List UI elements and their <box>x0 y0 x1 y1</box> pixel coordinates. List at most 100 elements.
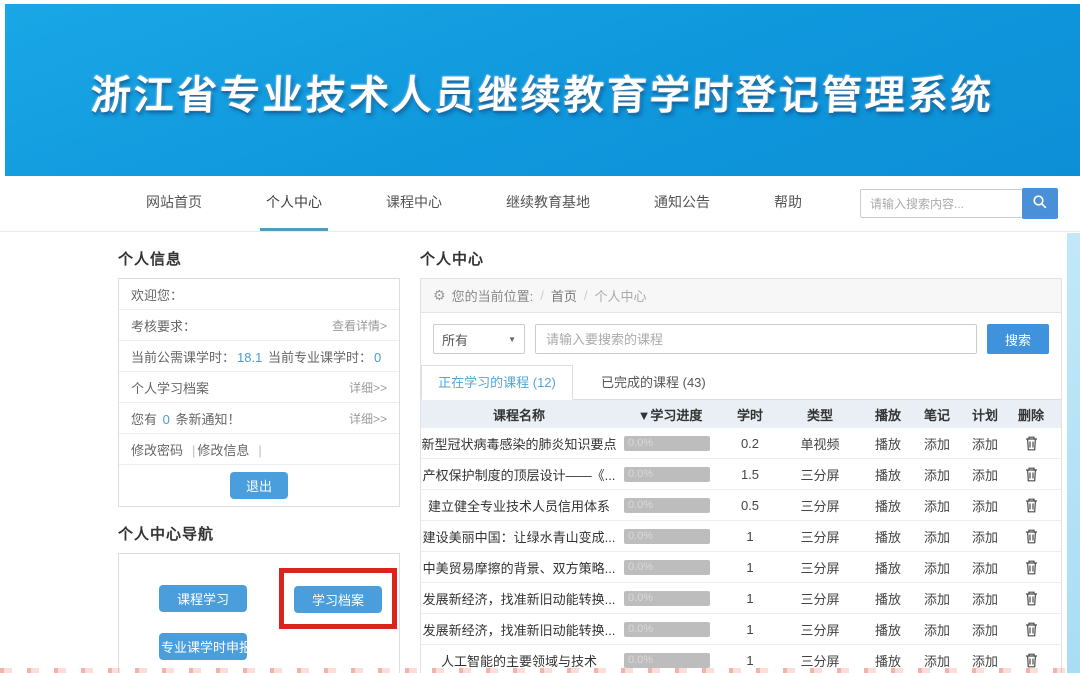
center-nav-title: 个人中心导航 <box>118 523 400 544</box>
course-name[interactable]: 建立健全专业技术人员信用体系 <box>421 496 617 515</box>
course-hours: 1 <box>723 622 777 637</box>
delete-button[interactable] <box>1009 652 1053 668</box>
course-filter-select[interactable]: 所有 ▼ <box>433 324 525 354</box>
major-hours-apply-button[interactable]: 专业课学时申报 <box>159 633 247 660</box>
add-plan-link[interactable]: 添加 <box>961 496 1009 515</box>
divider: | <box>192 443 195 458</box>
course-name[interactable]: 建设美丽中国：让绿水青山变成... <box>421 527 617 546</box>
table-row: 发展新经济，找准新旧动能转换... 0.0% 1 三分屏 播放 添加 添加 <box>421 583 1061 614</box>
content: 个人信息 欢迎您： 考核要求： 查看详情> 当前公需课学时：18.1 当前专业课… <box>0 232 1080 673</box>
add-plan-link[interactable]: 添加 <box>961 527 1009 546</box>
assessment-label: 考核要求： <box>131 316 196 335</box>
nav-item-website-home[interactable]: 网站首页 <box>140 176 208 231</box>
breadcrumb-current: 个人中心 <box>594 286 646 305</box>
course-type: 单视频 <box>777 434 863 453</box>
header-progress-sort[interactable]: ▼学习进度 <box>617 405 723 424</box>
delete-button[interactable] <box>1009 435 1053 451</box>
gear-icon: ⚙ <box>433 287 446 304</box>
breadcrumb-separator: / <box>584 288 588 303</box>
main-box: ⚙ 您的当前位置: / 首页 / 个人中心 所有 ▼ 搜索 正在学习的 <box>420 278 1062 673</box>
course-type: 三分屏 <box>777 620 863 639</box>
course-search-input[interactable] <box>535 324 977 354</box>
archive-label: 个人学习档案 <box>131 378 209 397</box>
tab-completed-courses[interactable]: 已完成的课程 (43) <box>573 365 734 399</box>
course-name[interactable]: 人工智能的主要领域与技术 <box>421 651 617 670</box>
highlight-rectangle: 学习档案 <box>279 568 397 629</box>
breadcrumb: ⚙ 您的当前位置: / 首页 / 个人中心 <box>421 279 1061 313</box>
add-note-link[interactable]: 添加 <box>913 527 961 546</box>
progress-label: 0.0% <box>624 560 710 575</box>
nav-item-help[interactable]: 帮助 <box>768 176 808 231</box>
add-plan-link[interactable]: 添加 <box>961 620 1009 639</box>
welcome-row: 欢迎您： <box>119 279 399 310</box>
progress-label: 0.0% <box>624 467 710 482</box>
add-plan-link[interactable]: 添加 <box>961 434 1009 453</box>
notice-detail-link[interactable]: 详细>> <box>349 410 387 427</box>
breadcrumb-home-link[interactable]: 首页 <box>551 286 577 305</box>
course-name[interactable]: 发展新经济，找准新旧动能转换... <box>421 620 617 639</box>
play-link[interactable]: 播放 <box>863 434 913 453</box>
add-plan-link[interactable]: 添加 <box>961 651 1009 670</box>
study-archive-button[interactable]: 学习档案 <box>294 586 382 613</box>
nav-item-education-base[interactable]: 继续教育基地 <box>500 176 596 231</box>
public-hours-value: 18.1 <box>237 350 262 365</box>
delete-button[interactable] <box>1009 590 1053 606</box>
delete-button[interactable] <box>1009 466 1053 482</box>
course-name[interactable]: 发展新经济，找准新旧动能转换... <box>421 589 617 608</box>
play-link[interactable]: 播放 <box>863 558 913 577</box>
site-search-input[interactable] <box>860 189 1022 218</box>
notice-suffix: 条新通知！ <box>176 412 241 427</box>
public-hours-label: 当前公需课学时： <box>131 350 235 365</box>
course-search-button[interactable]: 搜索 <box>987 324 1049 354</box>
nav-item-personal-center[interactable]: 个人中心 <box>260 176 328 231</box>
play-link[interactable]: 播放 <box>863 527 913 546</box>
archive-detail-link[interactable]: 详细>> <box>349 379 387 396</box>
add-note-link[interactable]: 添加 <box>913 558 961 577</box>
course-hours: 0.5 <box>723 498 777 513</box>
add-plan-link[interactable]: 添加 <box>961 589 1009 608</box>
course-name[interactable]: 新型冠状病毒感染的肺炎知识要点 <box>421 434 617 453</box>
major-hours-label: 当前专业课学时： <box>268 350 372 365</box>
add-note-link[interactable]: 添加 <box>913 651 961 670</box>
play-link[interactable]: 播放 <box>863 465 913 484</box>
add-note-link[interactable]: 添加 <box>913 496 961 515</box>
play-link[interactable]: 播放 <box>863 620 913 639</box>
chevron-down-icon: ▼ <box>508 335 516 344</box>
play-link[interactable]: 播放 <box>863 589 913 608</box>
header-delete: 删除 <box>1009 405 1053 424</box>
course-name[interactable]: 产权保护制度的顶层设计——《... <box>421 465 617 484</box>
course-study-button[interactable]: 课程学习 <box>159 585 247 612</box>
nav-item-notices[interactable]: 通知公告 <box>648 176 716 231</box>
play-link[interactable]: 播放 <box>863 496 913 515</box>
play-link[interactable]: 播放 <box>863 651 913 670</box>
add-note-link[interactable]: 添加 <box>913 465 961 484</box>
nav-item-course-center[interactable]: 课程中心 <box>380 176 448 231</box>
site-search-button[interactable] <box>1022 188 1058 219</box>
delete-button[interactable] <box>1009 621 1053 637</box>
change-info-link[interactable]: 修改信息 <box>197 443 249 458</box>
banner: 浙江省专业技术人员继续教育学时登记管理系统 <box>5 4 1080 176</box>
add-note-link[interactable]: 添加 <box>913 620 961 639</box>
add-note-link[interactable]: 添加 <box>913 589 961 608</box>
divider: | <box>258 443 261 458</box>
delete-button[interactable] <box>1009 559 1053 575</box>
select-value: 所有 <box>442 330 468 349</box>
delete-button[interactable] <box>1009 497 1053 513</box>
header-hours: 学时 <box>723 405 777 424</box>
notice-text: 您有 0 条新通知！ <box>131 409 243 428</box>
logout-button[interactable]: 退出 <box>230 472 288 499</box>
delete-button[interactable] <box>1009 528 1053 544</box>
notice-count: 0 <box>163 412 170 427</box>
add-plan-link[interactable]: 添加 <box>961 558 1009 577</box>
add-note-link[interactable]: 添加 <box>913 434 961 453</box>
tab-learning-courses[interactable]: 正在学习的课程 (12) <box>421 365 573 400</box>
assessment-detail-link[interactable]: 查看详情> <box>332 317 387 334</box>
breadcrumb-label: 您的当前位置: <box>452 286 534 305</box>
change-password-link[interactable]: 修改密码 <box>131 443 183 458</box>
course-name[interactable]: 中美贸易摩擦的背景、双方策略... <box>421 558 617 577</box>
add-plan-link[interactable]: 添加 <box>961 465 1009 484</box>
progress-label: 0.0% <box>624 529 710 544</box>
account-links-row: 修改密码|修改信息| <box>119 434 399 465</box>
sidebar: 个人信息 欢迎您： 考核要求： 查看详情> 当前公需课学时：18.1 当前专业课… <box>118 242 400 673</box>
notice-prefix: 您有 <box>131 412 157 427</box>
